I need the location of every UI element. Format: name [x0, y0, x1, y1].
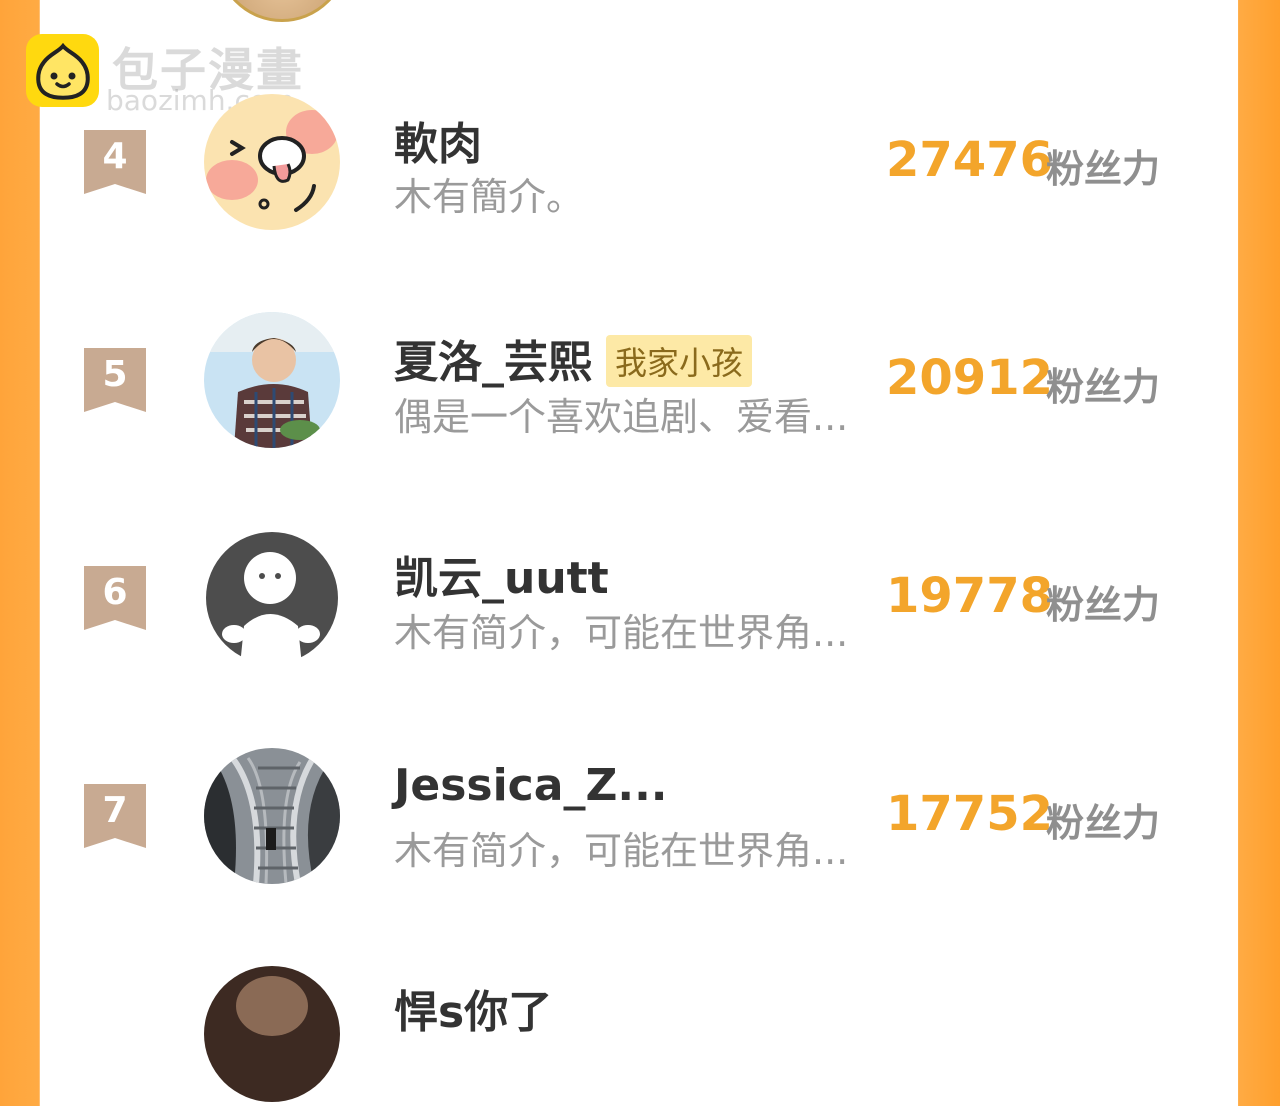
user-bio: 木有简介，可能在世界角... — [394, 611, 849, 655]
ranking-row[interactable]: 6 凯云_uutt 木有简介，可能在世界角... 19778 粉丝力 — [0, 530, 1280, 670]
ranking-row[interactable]: 5 夏洛_芸熙 我家小孩 偶是一个喜欢追剧、爱看... 20912 粉丝力 — [0, 312, 1280, 452]
ranking-row[interactable]: 悍s你了 — [0, 966, 1280, 1106]
rank-number: 7 — [102, 790, 128, 831]
rank-badge: 4 — [84, 130, 146, 194]
user-avatar[interactable] — [204, 966, 340, 1102]
user-avatar[interactable] — [204, 530, 340, 666]
user-name-text: 夏洛_芸熙 — [394, 337, 592, 388]
stairs-photo-icon — [204, 748, 340, 884]
user-name-text: 悍s你了 — [394, 987, 553, 1038]
ranking-row[interactable]: 4 軟肉 木有簡介。 27476 粉丝力 — [0, 94, 1280, 234]
fan-score: 19778 — [886, 568, 1053, 624]
avatar-rank-3-partial[interactable] — [216, 0, 348, 22]
user-avatar[interactable] — [204, 94, 340, 230]
rank-number: 6 — [102, 572, 128, 613]
user-avatar[interactable] — [204, 748, 340, 884]
child-photo-icon — [204, 312, 340, 448]
user-bio: 木有简介，可能在世界角... — [394, 829, 849, 873]
fan-unit-label: 粉丝力 — [1046, 583, 1161, 627]
user-bio: 木有簡介。 — [394, 175, 585, 219]
fan-unit-label: 粉丝力 — [1046, 365, 1161, 409]
user-name-text: Jessica_Z... — [394, 760, 668, 811]
portrait-photo-icon — [204, 966, 340, 1102]
fan-score: 20912 — [886, 350, 1053, 406]
fan-unit-label: 粉丝力 — [1046, 147, 1161, 191]
default-avatar-icon — [206, 532, 338, 666]
cartoon-face-icon — [204, 94, 340, 230]
rank-number: 5 — [102, 354, 128, 395]
user-name[interactable]: Jessica_Z... — [394, 760, 668, 811]
fan-unit-label: 粉丝力 — [1046, 801, 1161, 845]
fan-score: 17752 — [886, 786, 1053, 842]
user-name-text: 凯云_uutt — [394, 553, 609, 604]
rank-badge: 6 — [84, 566, 146, 630]
rank-number: 4 — [102, 136, 128, 177]
user-name[interactable]: 夏洛_芸熙 我家小孩 — [394, 326, 753, 391]
user-bio: 偶是一个喜欢追剧、爱看... — [394, 395, 849, 439]
user-name[interactable]: 悍s你了 — [394, 976, 552, 1040]
rank-badge: 5 — [84, 348, 146, 412]
user-name[interactable]: 軟肉 — [394, 108, 482, 172]
rank-badge: 7 — [84, 784, 146, 848]
user-name-text: 軟肉 — [394, 119, 482, 170]
user-tag-badge: 我家小孩 — [606, 335, 753, 387]
user-name[interactable]: 凯云_uutt — [394, 542, 609, 606]
user-avatar[interactable] — [204, 312, 340, 448]
ranking-row[interactable]: 7 Jessica_Z... 木有简介，可能在世界角... 17752 粉丝力 — [0, 748, 1280, 888]
fan-score: 27476 — [886, 132, 1053, 188]
